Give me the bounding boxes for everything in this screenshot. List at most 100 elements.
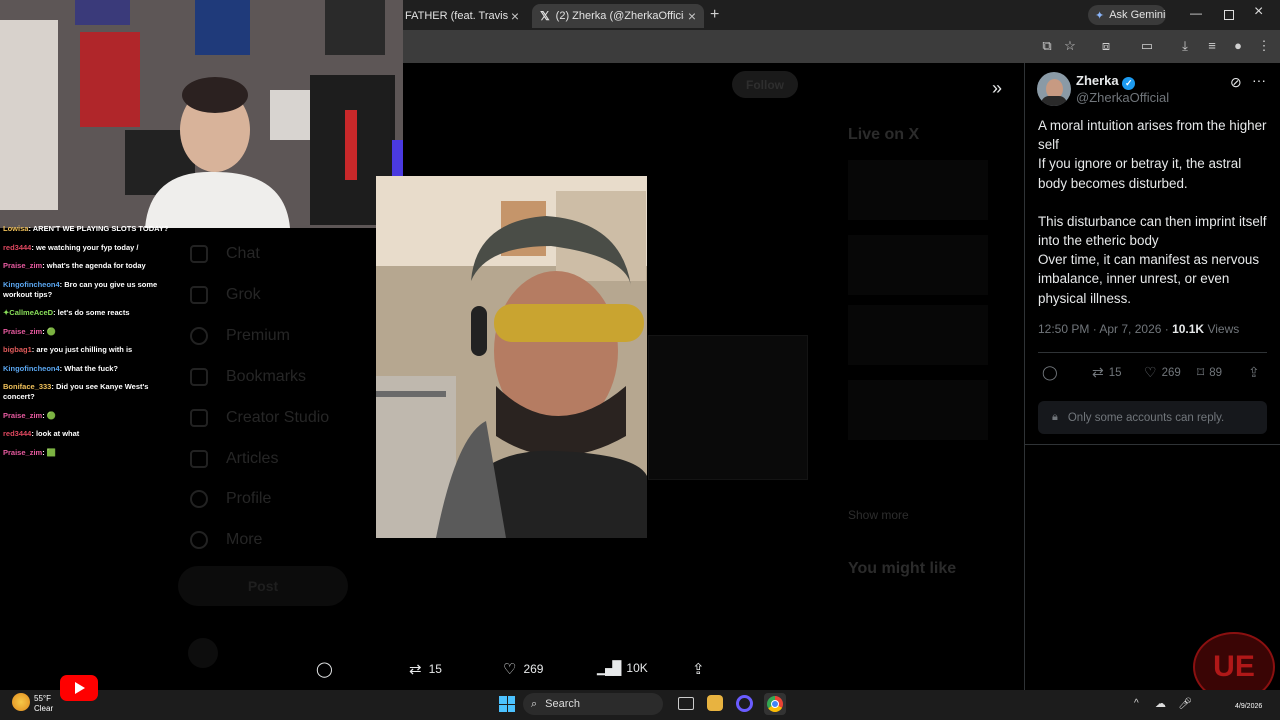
file-explorer-icon[interactable] [707,695,723,711]
microphone-icon[interactable]: 🎤︎ [1178,697,1192,710]
nav-premium[interactable]: Premium [226,327,290,345]
cloud-icon[interactable]: ☁ [1155,697,1166,710]
follow-button[interactable]: Follow [732,71,798,98]
task-view-icon[interactable] [678,697,694,710]
you-might-like-heading: You might like [848,560,957,577]
chat-username: Kingofincheon4 [3,279,60,289]
media-share-button[interactable]: ⇪ [692,660,705,678]
chat-message: Boniface_333: Did you see Kanye West's c… [3,382,149,401]
nav-more[interactable]: More [226,531,262,549]
profile-icon[interactable]: ● [1230,38,1246,54]
minimize-button[interactable]: — [1190,6,1202,20]
reply-restriction-text: Only some accounts can reply. [1067,411,1225,424]
nav-bookmarks[interactable]: Bookmarks [226,368,306,386]
clock-date[interactable]: 4/9/2026 [1235,703,1262,710]
ask-gemini-button[interactable]: ✦ Ask Gemini [1088,5,1166,25]
author-handle[interactable]: @ZherkaOfficial [1076,90,1169,105]
gemini-icon: ✦ [1095,9,1105,22]
media-like-button[interactable]: ♡ 269 [503,660,543,678]
chat-username: bigbag1 [3,345,32,354]
menu-icon[interactable]: ⋮ [1256,38,1272,54]
share-icon: ⇪ [692,661,705,678]
timestamp[interactable]: 12:50 PM · Apr 7, 2026 · [1038,322,1172,336]
avatar[interactable] [188,638,218,668]
divider [1024,444,1280,445]
taskbar-search[interactable]: ⌕ Search [523,693,663,715]
premium-icon [190,327,208,345]
reply-restriction-notice: 🔒︎ Only some accounts can reply. [1038,401,1267,434]
reply-button[interactable]: ◯ [1042,364,1058,381]
nav-chat[interactable]: Chat [226,245,260,263]
chat-message: Praise_zim: what's the agenda for today [3,261,146,270]
tweet-photo[interactable] [376,176,647,538]
chat-text: we watching your fyp today / [35,242,139,252]
avatar[interactable] [1037,72,1071,106]
live-item[interactable] [848,235,988,295]
nav-profile[interactable]: Profile [226,490,271,508]
tab-zherka[interactable]: 𝕏 (2) Zherka (@ZherkaOfficial) / X × [532,4,704,28]
extensions-icon[interactable]: ⧈ [1098,38,1114,54]
retweet-button[interactable]: ⇄ 15 [1092,364,1122,381]
post-button[interactable]: Post [178,566,348,606]
author-name-text: Zherka [1076,73,1119,88]
windows-start-icon[interactable] [499,696,515,712]
close-icon[interactable]: × [688,8,696,24]
like-button[interactable]: ♡ 269 [1144,364,1181,381]
live-item[interactable] [848,160,988,220]
app-icon[interactable] [736,695,753,712]
like-count: 269 [1161,366,1181,379]
lock-icon: 🔒︎ [1052,411,1058,423]
chat-username: Praise_zim [3,326,43,336]
verified-badge-icon: ✓ [1122,77,1136,90]
grok-icon [190,286,208,304]
close-icon[interactable]: × [511,8,519,24]
tweet-meta: 12:50 PM · Apr 7, 2026 · 10.1K Views [1038,322,1239,336]
nav-articles[interactable]: Articles [226,450,278,468]
bookmark-button[interactable]: ⌑ 89 [1197,364,1222,381]
like-count: 269 [523,662,544,676]
chat-message: ✦CallmeAceD: let's do some reacts [3,308,130,317]
close-window-button[interactable]: × [1254,3,1263,21]
media-reply-button[interactable]: ◯ [316,660,333,678]
weather-widget[interactable]: 55°F Clear [34,694,53,714]
tab-search-icon[interactable]: ▭ [1139,38,1155,54]
nav-grok[interactable]: Grok [226,286,261,304]
tab-father[interactable]: FATHER (feat. Travis Scott) × [397,4,527,28]
maximize-button[interactable] [1224,10,1234,20]
youtube-logo-icon [60,675,98,701]
weather-icon[interactable] [12,693,30,711]
live-item[interactable] [848,305,988,365]
divider [1038,352,1267,353]
bookmark-star-icon[interactable]: ☆ [1062,38,1078,54]
views-label: Views [1204,322,1240,336]
chat-username: Praise_zim [3,261,43,270]
media-views-button[interactable]: ▁▄█ 10K [597,660,648,676]
tweet-line: A moral intuition arises from the higher… [1038,118,1267,153]
chat-message: Lowisa: AREN'T WE PLAYING SLOTS TODAY? [3,224,169,233]
tray-chevron-icon[interactable]: ^ [1134,698,1139,709]
nav-creator-studio[interactable]: Creator Studio [226,409,329,427]
chat-icon [190,245,208,263]
tweet-line: Over time, it can manifest as nervous im… [1038,252,1260,306]
media-retweet-button[interactable]: ⇄ 15 [409,660,442,678]
x-logo-icon: 𝕏 [540,9,550,23]
chrome-taskbar-button[interactable] [764,693,786,715]
views-bar-icon: ▁▄█ [597,660,621,675]
reading-list-icon[interactable]: ≡ [1204,38,1220,54]
chat-username: Praise_zim [3,447,43,457]
download-icon[interactable]: ⤓ [1177,38,1193,54]
chat-message: Praise_zim: 🟢 [3,410,57,420]
retweet-icon: ⇄ [1092,364,1104,380]
live-item[interactable] [848,380,988,440]
share-button[interactable]: ⇪ [1248,364,1260,381]
new-tab-button[interactable]: + [710,6,719,24]
install-app-icon[interactable]: ⧉ [1039,38,1055,54]
author-name[interactable]: Zherka ✓ [1076,73,1136,90]
search-placeholder: Search [545,698,581,710]
grok-icon[interactable]: ⊘ [1230,74,1242,91]
chat-text: let's do some reacts [57,308,130,317]
chat-text: What the fuck? [64,363,119,373]
collapse-panel-icon[interactable]: » [992,78,1002,99]
more-options-icon[interactable]: ··· [1252,72,1266,88]
show-more-link[interactable]: Show more [848,508,909,522]
